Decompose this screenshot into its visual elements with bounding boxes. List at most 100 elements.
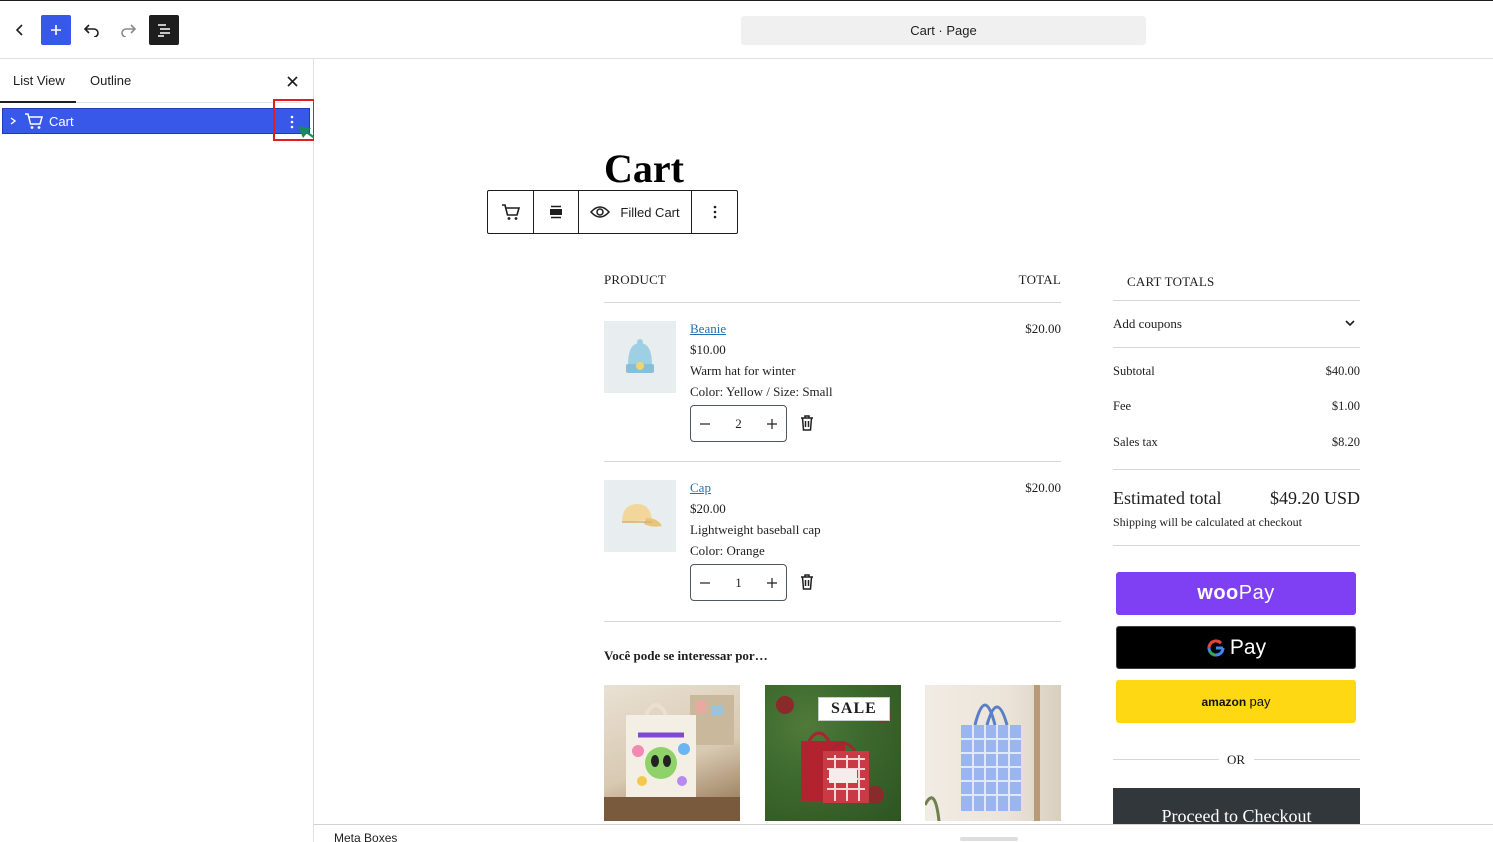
product-name-link[interactable]: Cap	[690, 480, 711, 496]
chevron-down-icon	[1345, 320, 1355, 327]
cart-item: Beanie $10.00 Warm hat for winter Color:…	[604, 321, 1061, 461]
more-vertical-icon	[713, 205, 716, 219]
add-coupons-label: Add coupons	[1113, 316, 1182, 331]
align-button[interactable]	[534, 191, 579, 233]
redo-icon	[121, 24, 137, 37]
amazon-pay-button[interactable]: amazon pay	[1116, 680, 1356, 723]
active-tab-indicator	[0, 101, 76, 103]
block-more-options-button[interactable]	[692, 191, 737, 233]
sidebar-tabs: List View Outline	[0, 59, 313, 104]
woopay-brand: woo	[1197, 582, 1239, 604]
list-view-item-cart[interactable]: Cart	[2, 108, 310, 134]
totals-row-label: Sales tax	[1113, 435, 1158, 449]
product-image-tote-red-sale[interactable]: SALE	[765, 685, 901, 821]
block-inserter-button[interactable]	[41, 15, 71, 45]
add-coupons-toggle[interactable]: Add coupons	[1113, 316, 1360, 332]
document-overview-button[interactable]	[149, 15, 179, 45]
close-icon	[286, 75, 298, 87]
editor-canvas: Cart Filled Cart PRODUCT TOTAL Beanie $1…	[314, 59, 1493, 838]
totals-row-value: $8.20	[1331, 435, 1360, 449]
cross-sells-title: Você pode se interessar por…	[604, 648, 768, 663]
shipping-note: Shipping will be calculated at checkout	[1113, 515, 1302, 529]
minus-icon[interactable]	[699, 577, 711, 589]
product-thumbnail-cap[interactable]	[604, 480, 676, 552]
tab-outline[interactable]: Outline	[90, 73, 131, 88]
block-toolbar: Filled Cart	[487, 190, 738, 234]
editor-top-bar: Cart · Page	[0, 0, 1493, 59]
product-image-tote-blue[interactable]	[925, 685, 1061, 821]
product-variation: Color: Yellow / Size: Small	[690, 384, 833, 399]
divider	[1113, 347, 1360, 348]
column-header-product: PRODUCT	[604, 272, 667, 287]
trash-icon[interactable]	[800, 415, 814, 431]
quantity-input[interactable]: 2	[735, 416, 742, 432]
quantity-input[interactable]: 1	[735, 575, 742, 591]
meta-boxes-bar: Meta Boxes	[314, 824, 1493, 842]
resize-handle[interactable]	[960, 837, 1018, 841]
redo-button[interactable]	[113, 15, 143, 45]
close-sidebar-button[interactable]	[283, 72, 301, 90]
divider	[1113, 759, 1219, 760]
or-separator: OR	[1113, 752, 1360, 767]
totals-row-fee: Fee $1.00	[1113, 399, 1360, 414]
list-view-sidebar: List View Outline Cart	[0, 59, 315, 842]
product-price: $20.00	[690, 501, 726, 516]
trash-icon[interactable]	[800, 574, 814, 590]
plus-icon[interactable]	[766, 418, 778, 430]
totals-row-subtotal: Subtotal $40.00	[1113, 364, 1360, 379]
block-type-button[interactable]	[488, 191, 534, 233]
cart-item: Cap $20.00 Lightweight baseball cap Colo…	[604, 480, 1061, 620]
divider	[1113, 300, 1360, 301]
page-title[interactable]: Cart	[604, 145, 684, 192]
chevron-left-icon	[15, 24, 23, 36]
product-price: $10.00	[690, 342, 726, 357]
totals-row-sales-tax: Sales tax $8.20	[1113, 435, 1360, 450]
or-label: OR	[1227, 752, 1246, 767]
divider	[604, 302, 1061, 303]
product-description: Lightweight baseball cap	[690, 522, 821, 537]
totals-row-value: $1.00	[1331, 399, 1360, 413]
sale-badge: SALE	[818, 697, 890, 721]
back-button[interactable]	[5, 15, 35, 45]
google-pay-label: Pay	[1229, 635, 1267, 659]
amazon-brand: amazon	[1201, 694, 1247, 709]
cap-image-icon	[622, 504, 662, 527]
totals-row-label: Subtotal	[1113, 364, 1155, 378]
minus-icon[interactable]	[699, 418, 711, 430]
divider	[1113, 469, 1360, 470]
cart-icon	[25, 113, 43, 129]
woopay-button[interactable]: woo Pay	[1116, 572, 1356, 615]
list-view-item-label: Cart	[49, 114, 74, 129]
view-switcher-label: Filled Cart	[620, 204, 680, 220]
divider	[604, 461, 1061, 462]
amazon-pay-label: pay	[1249, 694, 1271, 709]
plus-icon	[51, 25, 61, 35]
tote-bag-image-icon	[604, 695, 740, 821]
product-image-tote-alien[interactable]	[604, 685, 740, 821]
totals-row-label: Fee	[1113, 399, 1132, 413]
totals-row-value: $40.00	[1325, 364, 1360, 378]
product-variation: Color: Orange	[690, 543, 765, 558]
plus-icon[interactable]	[766, 577, 778, 589]
tab-list-view[interactable]: List View	[13, 73, 65, 88]
woopay-pay-label: Pay	[1238, 582, 1275, 604]
cart-totals-heading: CART TOTALS	[1127, 274, 1215, 289]
chevron-right-icon[interactable]	[8, 114, 18, 128]
view-switcher-button[interactable]: Filled Cart	[579, 191, 692, 233]
quantity-stepper: 2	[690, 405, 787, 442]
beanie-image-icon	[626, 339, 654, 373]
cart-icon	[501, 204, 520, 220]
tab-divider	[76, 102, 301, 103]
undo-button[interactable]	[77, 15, 107, 45]
quantity-stepper: 1	[690, 564, 787, 601]
divider	[1113, 545, 1360, 546]
google-pay-button[interactable]: Pay	[1116, 626, 1356, 669]
eye-icon	[590, 206, 611, 218]
document-title[interactable]: Cart · Page	[741, 16, 1146, 45]
product-description: Warm hat for winter	[690, 363, 796, 378]
line-total: $20.00	[1025, 480, 1061, 495]
estimated-total: Estimated total $49.20 USD	[1113, 488, 1360, 509]
product-name-link[interactable]: Beanie	[690, 321, 726, 337]
product-thumbnail-beanie[interactable]	[604, 321, 676, 393]
meta-boxes-label[interactable]: Meta Boxes	[334, 831, 397, 842]
